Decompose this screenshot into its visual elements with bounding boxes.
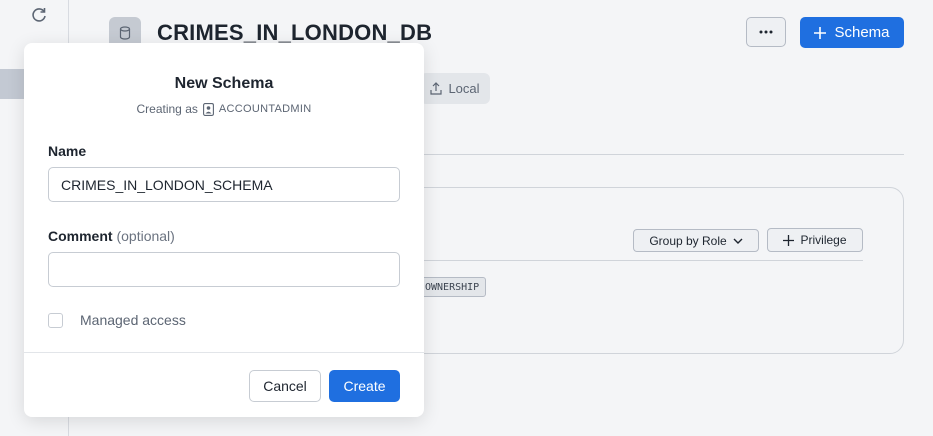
tab-local-label: Local (448, 81, 480, 96)
cancel-button[interactable]: Cancel (249, 370, 321, 402)
comment-label-text: Comment (48, 228, 113, 244)
new-schema-dialog: New Schema Creating as ACCOUNTADMIN Name… (24, 43, 424, 417)
schema-name-input[interactable] (48, 167, 400, 202)
managed-access-checkbox[interactable] (48, 313, 63, 328)
comment-input[interactable] (48, 252, 400, 287)
more-options-button[interactable] (746, 17, 786, 47)
refresh-icon[interactable] (30, 6, 48, 24)
create-button[interactable]: Create (329, 370, 400, 402)
add-privilege-label: Privilege (800, 233, 847, 247)
tabs-divider (424, 154, 904, 155)
user-badge-icon (202, 102, 214, 116)
card-divider (424, 260, 863, 261)
name-label: Name (48, 143, 87, 159)
dialog-title: New Schema (174, 75, 274, 92)
managed-access-label: Managed access (80, 312, 186, 328)
plus-icon (814, 26, 827, 39)
tab-local[interactable]: Local (420, 73, 490, 104)
group-by-role-button[interactable]: Group by Role (633, 229, 759, 252)
comment-label: Comment (optional) (48, 228, 175, 244)
plus-icon (783, 234, 795, 246)
chevron-down-icon (733, 238, 743, 244)
creating-as-line: Creating as ACCOUNTADMIN (24, 102, 424, 116)
upload-icon (430, 82, 443, 95)
creating-as-prefix: Creating as (136, 102, 198, 116)
add-schema-button[interactable]: Schema (800, 17, 904, 48)
comment-optional-hint: (optional) (116, 228, 175, 244)
privileges-card (380, 187, 904, 354)
role-name: ACCOUNTADMIN (218, 103, 312, 115)
rail-selected-item[interactable] (0, 69, 24, 99)
add-privilege-button[interactable]: Privilege (767, 228, 863, 252)
dialog-footer-divider (24, 352, 424, 353)
more-icon (759, 30, 773, 34)
group-by-role-label: Group by Role (649, 233, 727, 248)
add-schema-label: Schema (834, 24, 890, 41)
